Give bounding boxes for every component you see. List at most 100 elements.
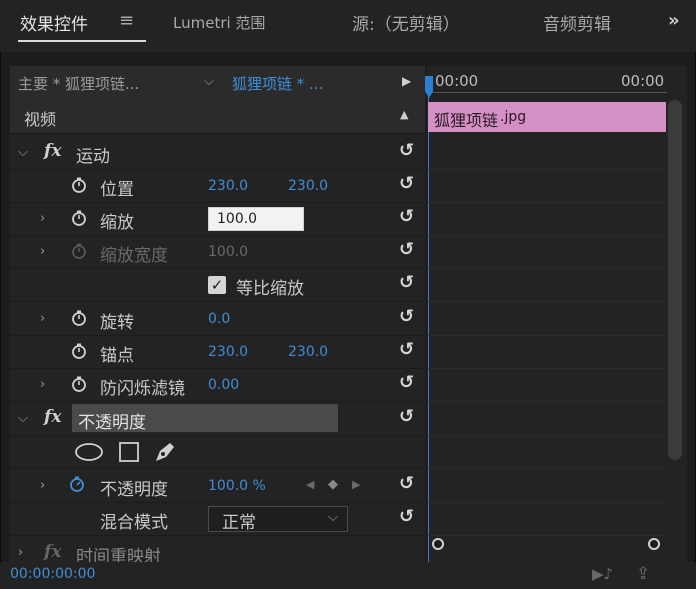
reset-icon[interactable]: ↺	[399, 239, 414, 260]
opacity-value-row: › 不透明度 100.0 % ◀ ◆ ▶ ↺	[10, 469, 425, 503]
pen-mask-icon[interactable]	[152, 439, 178, 465]
stopwatch-icon[interactable]	[71, 210, 87, 226]
uniform-scale-row: ✓ 等比缩放 ↺	[10, 268, 425, 302]
scale-width-value: 100.0	[208, 244, 249, 260]
position-label: 位置	[100, 180, 134, 200]
timeline-row	[427, 368, 667, 402]
timeline-row	[427, 302, 667, 336]
time-remap-row[interactable]: › fx 时间重映射	[10, 536, 425, 562]
stopwatch-active-icon[interactable]	[69, 476, 85, 492]
reset-icon[interactable]: ↺	[399, 473, 414, 494]
blend-mode-row: 混合模式 正常 ⌵ ↺	[10, 502, 425, 536]
opacity-label: 不透明度	[100, 480, 168, 500]
reset-icon[interactable]: ↺	[399, 406, 414, 427]
blend-mode-label: 混合模式	[100, 513, 168, 533]
timeline-row	[427, 335, 667, 369]
blend-mode-value: 正常	[222, 513, 256, 533]
chevron-down-icon[interactable]: ⌵	[328, 510, 338, 525]
reset-icon[interactable]: ↺	[399, 506, 414, 527]
play-audio-icon[interactable]: ▶♪	[592, 565, 613, 583]
position-y-value[interactable]: 230.0	[288, 178, 328, 194]
checkbox-checked-icon[interactable]: ✓	[208, 276, 226, 294]
chevron-right-icon[interactable]: ›	[40, 311, 45, 326]
stopwatch-icon[interactable]	[71, 343, 87, 359]
chevron-right-icon[interactable]: ›	[40, 211, 45, 226]
rotation-value[interactable]: 0.0	[208, 311, 230, 327]
reset-icon[interactable]: ↺	[399, 206, 414, 227]
scale-input[interactable]: 100.0	[208, 207, 304, 231]
tab-menu-icon[interactable]: ≡	[119, 10, 134, 31]
play-triangle-icon[interactable]: ▶	[402, 74, 411, 88]
current-timecode[interactable]: 00:00:00:00	[10, 566, 95, 582]
horizontal-zoom-scrollbar[interactable]	[432, 538, 660, 550]
chevron-right-icon[interactable]: ›	[40, 478, 45, 493]
motion-row[interactable]: ⌵ fx 运动 ↺	[10, 136, 425, 170]
timeline-row	[427, 502, 667, 536]
chevron-down-icon[interactable]: ⌵	[18, 411, 28, 426]
stopwatch-icon[interactable]	[71, 177, 87, 193]
master-clip-label[interactable]: 主要 * 狐狸项链...	[18, 73, 139, 94]
source-header: 主要 * 狐狸项链... ⌵ 狐狸项链 * ... ▶	[10, 66, 425, 100]
vertical-scrollbar[interactable]	[668, 100, 682, 460]
tab-audio-clip[interactable]: 音频剪辑	[543, 10, 611, 35]
add-keyframe-icon[interactable]: ◆	[328, 477, 338, 492]
next-keyframe-icon[interactable]: ▶	[352, 478, 360, 491]
chevron-right-icon[interactable]: ›	[18, 545, 23, 560]
timeline-row	[427, 469, 667, 503]
timeline-clip[interactable]: 狐狸项链 .jpg	[428, 102, 666, 132]
export-icon[interactable]: ⇪	[636, 564, 650, 584]
ruler-start-time: 00:00	[435, 72, 479, 90]
opacity-section-row[interactable]: ⌵ fx 不透明度 ↺	[10, 402, 425, 436]
anchor-label: 锚点	[100, 346, 134, 366]
reset-icon[interactable]: ↺	[399, 339, 414, 360]
time-ruler[interactable]: 00:00 00:00	[427, 66, 687, 100]
anti-flicker-row: › 防闪烁滤镜 0.00 ↺	[10, 368, 425, 402]
anti-flicker-value[interactable]: 0.00	[208, 377, 239, 393]
video-section-label: 视频	[24, 110, 57, 129]
collapse-up-icon[interactable]: ▲	[400, 108, 408, 121]
tab-effect-controls[interactable]: 效果控件	[20, 10, 88, 35]
tab-source[interactable]: 源:（无剪辑）	[352, 10, 460, 35]
uniform-scale-label: 等比缩放	[236, 279, 304, 299]
tab-lumetri-scopes[interactable]: Lumetri 范围	[173, 12, 265, 33]
fx-icon[interactable]: fx	[44, 542, 61, 562]
rectangle-mask-icon[interactable]	[118, 441, 140, 463]
clip-extension: .jpg	[500, 109, 527, 125]
reset-icon[interactable]: ↺	[399, 140, 414, 161]
scale-width-label: 缩放宽度	[100, 246, 168, 266]
timeline-row	[427, 136, 667, 170]
timeline-row	[427, 202, 667, 236]
reset-icon[interactable]: ↺	[399, 372, 414, 393]
zoom-handle-left[interactable]	[432, 538, 444, 550]
ruler-end-time: 00:00	[621, 72, 665, 90]
scale-row: › 缩放 100.0 ↺	[10, 202, 425, 236]
chevron-down-icon[interactable]: ⌵	[18, 145, 28, 160]
prev-keyframe-icon[interactable]: ◀	[306, 478, 314, 491]
fx-icon[interactable]: fx	[44, 141, 61, 161]
chevron-right-icon[interactable]: ›	[40, 377, 45, 392]
stopwatch-icon[interactable]	[71, 310, 87, 326]
opacity-value[interactable]: 100.0 %	[208, 478, 266, 494]
reset-icon[interactable]: ↺	[399, 272, 414, 293]
reset-icon[interactable]: ↺	[399, 306, 414, 327]
sequence-clip-label[interactable]: 狐狸项链 * ...	[232, 73, 323, 94]
reset-icon[interactable]: ↺	[399, 173, 414, 194]
timeline-row	[427, 235, 667, 269]
stopwatch-icon[interactable]	[71, 376, 87, 392]
anchor-y-value[interactable]: 230.0	[288, 344, 328, 360]
position-x-value[interactable]: 230.0	[208, 178, 248, 194]
fx-icon[interactable]: fx	[44, 407, 61, 427]
chevron-down-icon[interactable]: ⌵	[204, 74, 214, 89]
time-remap-label: 时间重映射	[76, 547, 161, 562]
ellipse-mask-icon[interactable]	[74, 442, 104, 462]
zoom-handle-right[interactable]	[648, 538, 660, 550]
mask-tools-row	[10, 435, 425, 469]
video-section-header: 视频 ▲	[10, 100, 425, 134]
anchor-x-value[interactable]: 230.0	[208, 344, 248, 360]
anti-flicker-label: 防闪烁滤镜	[100, 379, 185, 399]
chevron-right-icon[interactable]: ›	[40, 244, 45, 259]
position-row: 位置 230.0 230.0 ↺	[10, 169, 425, 203]
tab-bar: 效果控件 ≡ Lumetri 范围 源:（无剪辑） 音频剪辑 »	[0, 0, 696, 52]
overflow-chevron-icon[interactable]: »	[668, 10, 680, 31]
active-tab-indicator	[18, 40, 146, 42]
